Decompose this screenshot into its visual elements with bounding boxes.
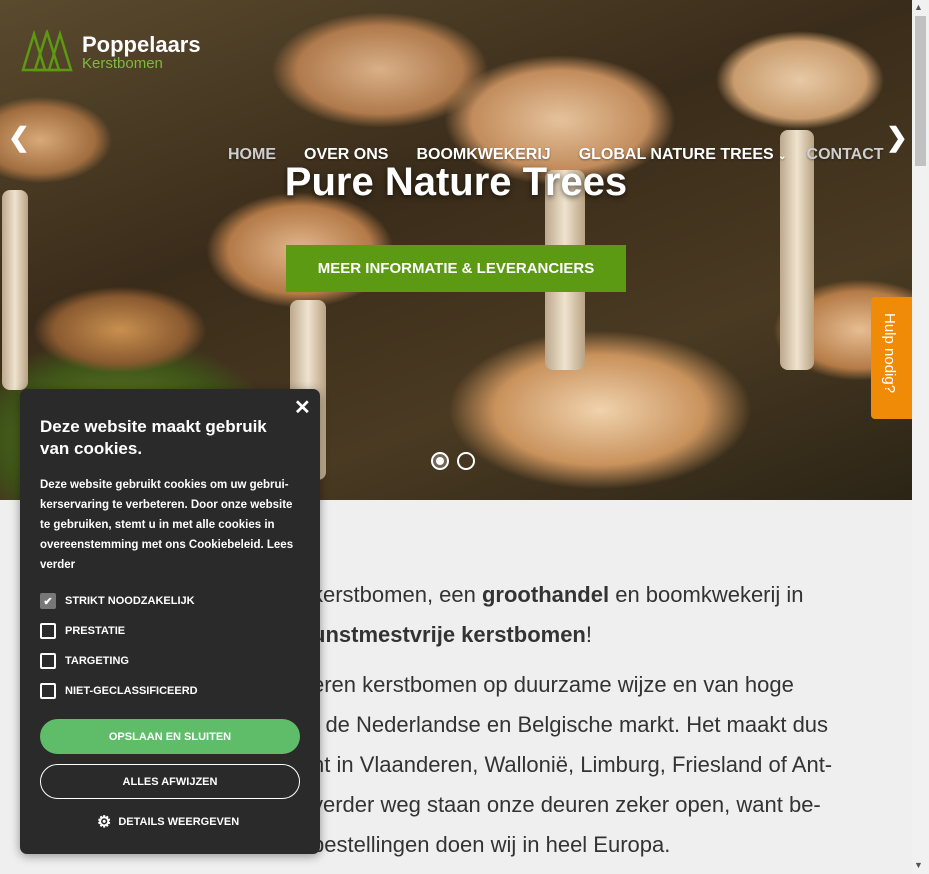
brand-title: Poppelaars (82, 31, 201, 57)
cookie-title: Deze website maakt gebruik van cookies. (40, 417, 267, 458)
cookie-option-targeting[interactable]: TARGETING (40, 653, 129, 669)
checkbox[interactable] (40, 653, 56, 669)
cookie-option-label: STRIKT NOODZAKELIJK (65, 595, 195, 607)
intro-text-span: en boomkwekerij in (609, 582, 804, 607)
help-label: Hulp nodig? (881, 313, 898, 394)
tree-logo-icon (21, 30, 73, 72)
gear-icon: ⚙ (97, 814, 112, 831)
brand-subtitle: Kerstbomen (82, 54, 163, 72)
slider-dot-1[interactable] (431, 452, 449, 470)
cookie-description-text: Deze website gebruikt cookies om uw gebr… (40, 479, 293, 551)
intro-text-span: kerstbomen, een (312, 582, 482, 607)
intro-bold: groothandel (481, 582, 610, 607)
slider-dot-2[interactable] (457, 452, 475, 470)
slider-dots (431, 452, 475, 470)
reject-all-button[interactable]: ALLES AFWIJZEN (40, 764, 300, 799)
cookie-consent-dialog: ✕ Deze website maakt gebruik van cookies… (20, 389, 320, 854)
scroll-up-icon[interactable]: ▲ (914, 2, 923, 12)
checkbox-checked[interactable]: ✔ (40, 593, 56, 609)
hero-title: Pure Nature Trees (284, 160, 628, 204)
scroll-down-icon[interactable]: ▼ (914, 860, 923, 870)
show-details-button[interactable]: ⚙ DETAILS WEERGEVEN (97, 812, 239, 832)
cookie-option-strict[interactable]: ✔ STRIKT NOODZAKELIJK (40, 593, 195, 609)
save-and-close-button[interactable]: OPSLAAN EN SLUITEN (40, 719, 300, 754)
intro-bold: unstmestvrije kerstbomen (312, 622, 586, 647)
cookie-option-label: NIET-GECLASSIFICEERD (65, 685, 198, 697)
cookie-description: Deze website gebruikt cookies om uw gebr… (40, 475, 302, 575)
cookie-option-performance[interactable]: PRESTATIE (40, 623, 125, 639)
help-tab[interactable]: Hulp nodig? (871, 297, 912, 419)
cookie-option-unclassified[interactable]: NIET-GECLASSIFICEERD (40, 683, 198, 699)
cookie-option-label: PRESTATIE (65, 625, 126, 637)
mushroom-stem (2, 190, 28, 390)
checkbox[interactable] (40, 623, 56, 639)
close-icon[interactable]: ✕ (294, 395, 311, 420)
scrollbar-thumb[interactable] (915, 16, 926, 166)
slider-prev-icon[interactable]: ❮ (8, 122, 30, 153)
checkbox[interactable] (40, 683, 56, 699)
show-details-label: DETAILS WEERGEVEN (118, 816, 240, 828)
intro-text-span: ! (585, 622, 592, 647)
logo[interactable]: Poppelaars Kerstbomen (20, 30, 201, 74)
more-info-button[interactable]: MEER INFORMATIE & LEVERANCIERS (286, 245, 626, 292)
cookie-option-label: TARGETING (65, 655, 129, 667)
